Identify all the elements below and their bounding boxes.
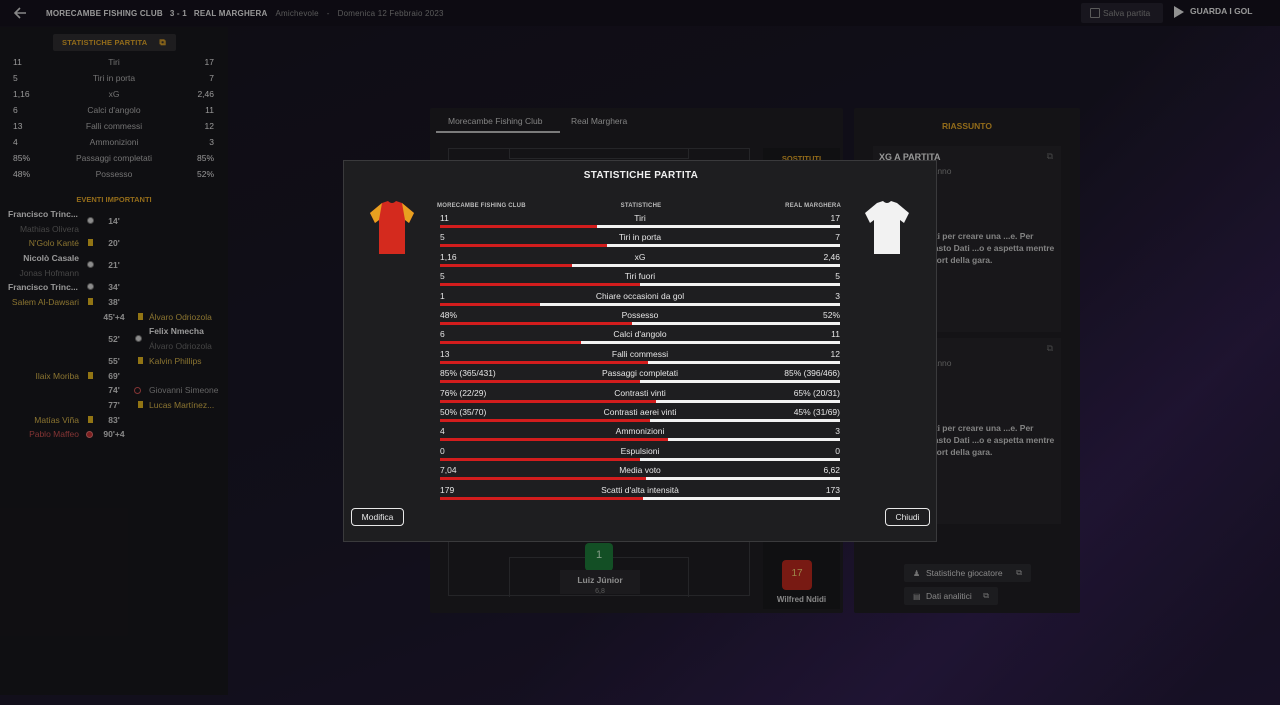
stat-row: 50% (35/70) Contrasti aerei vinti 45% (31/… [440, 407, 840, 426]
stat-comparison-bar [440, 419, 840, 422]
stat-home-bar-fill [440, 496, 644, 500]
stat-row: 85% (365/431) Passaggi completati 85% (396… [440, 368, 840, 387]
stat-home-bar-fill [440, 341, 582, 345]
stat-comparison-bar [440, 399, 840, 403]
column-header-away: REAL MARGHERA [785, 203, 841, 209]
stat-home-bar-fill [440, 457, 640, 461]
stat-row: 76% (22/29) Contrasti vinti 65% (20/31) [440, 388, 840, 407]
stat-comparison-bar [440, 380, 840, 384]
close-button[interactable]: Chiudi [885, 508, 930, 526]
stat-home-bar-fill [440, 477, 646, 481]
away-shirt-icon [865, 201, 909, 254]
stat-comparison-bar [440, 302, 840, 306]
stat-name: Passaggi completati [601, 368, 679, 379]
stat-comparison-bar [440, 263, 840, 267]
stat-away-value: 6,62 [823, 465, 840, 476]
stat-home-bar-fill [440, 322, 632, 325]
stat-row: 179 Scatti d'alta intensità 173 [440, 485, 840, 504]
edit-button[interactable]: Modifica [351, 508, 404, 526]
stat-name: Chiare occasioni da gol [595, 290, 685, 301]
match-stats-modal: STATISTICHE PARTITA MORECAMBE FISHING CL… [343, 160, 937, 542]
stat-name: Falli commessi [611, 348, 669, 359]
stat-away-value: 5 [835, 271, 840, 282]
stat-comparison-bar [440, 360, 840, 364]
stat-home-bar-fill [440, 399, 656, 403]
stat-name: Ammonizioni [615, 426, 665, 437]
stat-comparison-bar [440, 341, 840, 345]
stat-home-bar-fill [440, 263, 572, 267]
stat-home-bar-fill [440, 380, 640, 384]
stat-comparison-bar [440, 244, 840, 248]
stat-comparison-bar [440, 438, 840, 442]
stat-away-value: 3 [835, 290, 840, 301]
stat-home-bar-fill [440, 419, 651, 422]
stat-row: 13 Falli commessi 12 [440, 349, 840, 368]
stat-row: 5 Tiri in porta 7 [440, 232, 840, 251]
column-header-stats: STATISTICHE [620, 203, 662, 209]
stat-away-value: 0 [835, 445, 840, 456]
stat-comparison-bar [440, 477, 840, 481]
stat-away-value: 7 [835, 232, 840, 243]
stat-home-bar-fill [440, 244, 607, 248]
stat-away-value: 85% (396/466) [784, 368, 840, 379]
stat-away-value: 52% [822, 310, 840, 320]
stat-away-value: 17 [830, 213, 840, 223]
stat-name: Media voto [619, 465, 661, 476]
stat-row: 48% Possesso 52% [440, 310, 840, 329]
stat-home-bar-fill [440, 360, 648, 364]
stat-home-bar-fill [440, 283, 640, 287]
stat-row: 7,04 Media voto 6,62 [440, 465, 840, 484]
stat-name: Scatti d'alta intensità [601, 484, 679, 495]
stat-name: xG [634, 251, 646, 262]
stat-row: 1,16 xG 2,46 [440, 252, 840, 271]
stat-name: Contrasti vinti [614, 387, 666, 398]
stat-name: Tiri [634, 213, 646, 223]
stat-row: 6 Calci d'angolo 11 [440, 329, 840, 348]
stat-away-value: 173 [825, 484, 840, 495]
stat-home-bar-fill [440, 302, 540, 306]
stat-home-bar-fill [440, 225, 598, 228]
stat-name: Espulsioni [620, 445, 660, 456]
home-shirt-icon [370, 201, 414, 254]
stat-name: Tiri in porta [618, 232, 662, 243]
stat-comparison-bar [440, 283, 840, 287]
stat-comparison-bar [440, 322, 840, 325]
stat-away-value: 2,46 [823, 251, 840, 262]
stat-name: Contrasti aerei vinti [603, 407, 677, 417]
stat-home-bar-fill [440, 438, 669, 442]
stat-name: Calci d'angolo [613, 329, 667, 340]
stat-comparison-bar [440, 496, 840, 500]
stat-row: 5 Tiri fuori 5 [440, 271, 840, 290]
stat-name: Tiri fuori [624, 271, 656, 282]
stat-row: 11 Tiri 17 [440, 213, 840, 232]
stat-comparison-bar [440, 457, 840, 461]
stat-away-value: 45% (31/69) [793, 407, 840, 417]
stat-comparison-bar [440, 225, 840, 228]
stat-row: 1 Chiare occasioni da gol 3 [440, 291, 840, 310]
stat-row: 0 Espulsioni 0 [440, 446, 840, 465]
stat-away-value: 3 [835, 426, 840, 437]
modal-title: STATISTICHE PARTITA [583, 170, 699, 181]
stat-away-value: 11 [831, 329, 840, 340]
stat-away-value: 65% (20/31) [793, 387, 840, 398]
stat-row: 4 Ammonizioni 3 [440, 426, 840, 445]
stat-away-value: 12 [830, 348, 840, 359]
stat-name: Possesso [621, 310, 659, 320]
